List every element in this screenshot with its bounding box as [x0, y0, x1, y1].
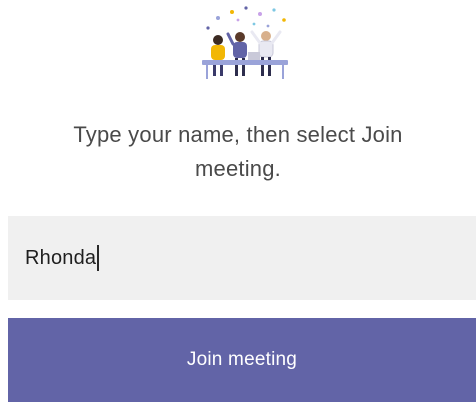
- join-meeting-screen: Type your name, then select Join meeting…: [0, 0, 476, 402]
- instruction-line-2: meeting.: [195, 156, 281, 181]
- name-input-value: Rhonda: [25, 246, 97, 269]
- join-instruction-text: Type your name, then select Join meeting…: [0, 118, 476, 186]
- meeting-people-illustration: [202, 6, 288, 79]
- text-cursor: [97, 245, 100, 271]
- name-input[interactable]: Rhonda: [8, 216, 476, 300]
- join-meeting-button[interactable]: Join meeting: [8, 318, 476, 402]
- instruction-line-1: Type your name, then select Join: [73, 122, 403, 147]
